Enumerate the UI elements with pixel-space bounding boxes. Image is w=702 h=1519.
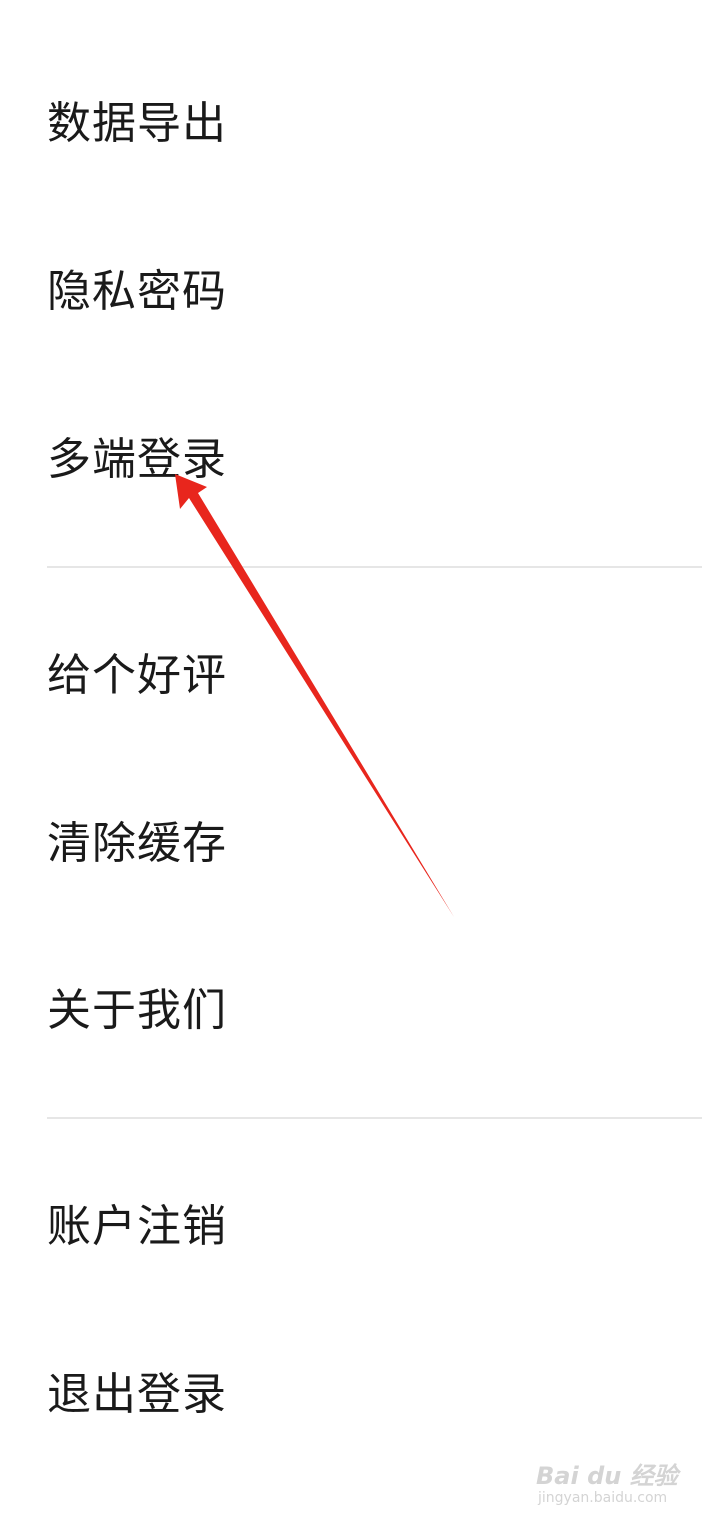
menu-item-label: 多端登录 — [47, 434, 227, 485]
menu-item-label: 关于我们 — [47, 985, 227, 1036]
menu-item-label: 退出登录 — [47, 1369, 227, 1420]
menu-item-about-us[interactable]: 关于我们 — [47, 971, 702, 1051]
menu-item-logout[interactable]: 退出登录 — [47, 1355, 702, 1435]
menu-item-label: 清除缓存 — [47, 818, 227, 869]
section-divider — [47, 1117, 702, 1119]
menu-item-label: 数据导出 — [47, 98, 227, 149]
settings-screen: 数据导出 隐私密码 多端登录 给个好评 清除缓存 关于我们 账户注销 退出登录 … — [0, 0, 702, 1519]
watermark-brand: Bai du 经验 — [536, 1462, 678, 1490]
menu-item-rate-app[interactable]: 给个好评 — [47, 636, 702, 716]
menu-item-multi-device-login[interactable]: 多端登录 — [47, 420, 702, 500]
menu-item-delete-account[interactable]: 账户注销 — [47, 1187, 702, 1267]
annotation-arrow — [175, 474, 454, 917]
watermark-url: jingyan.baidu.com — [538, 1490, 668, 1506]
menu-item-label: 给个好评 — [47, 650, 227, 701]
section-divider — [47, 566, 702, 568]
baidu-jingyan-watermark: Bai du 经验 jingyan.baidu.com — [536, 1438, 686, 1508]
menu-item-clear-cache[interactable]: 清除缓存 — [47, 804, 702, 884]
menu-item-label: 账户注销 — [47, 1201, 227, 1252]
menu-item-data-export[interactable]: 数据导出 — [47, 84, 702, 164]
menu-item-privacy-password[interactable]: 隐私密码 — [47, 252, 702, 332]
menu-item-label: 隐私密码 — [47, 266, 227, 317]
